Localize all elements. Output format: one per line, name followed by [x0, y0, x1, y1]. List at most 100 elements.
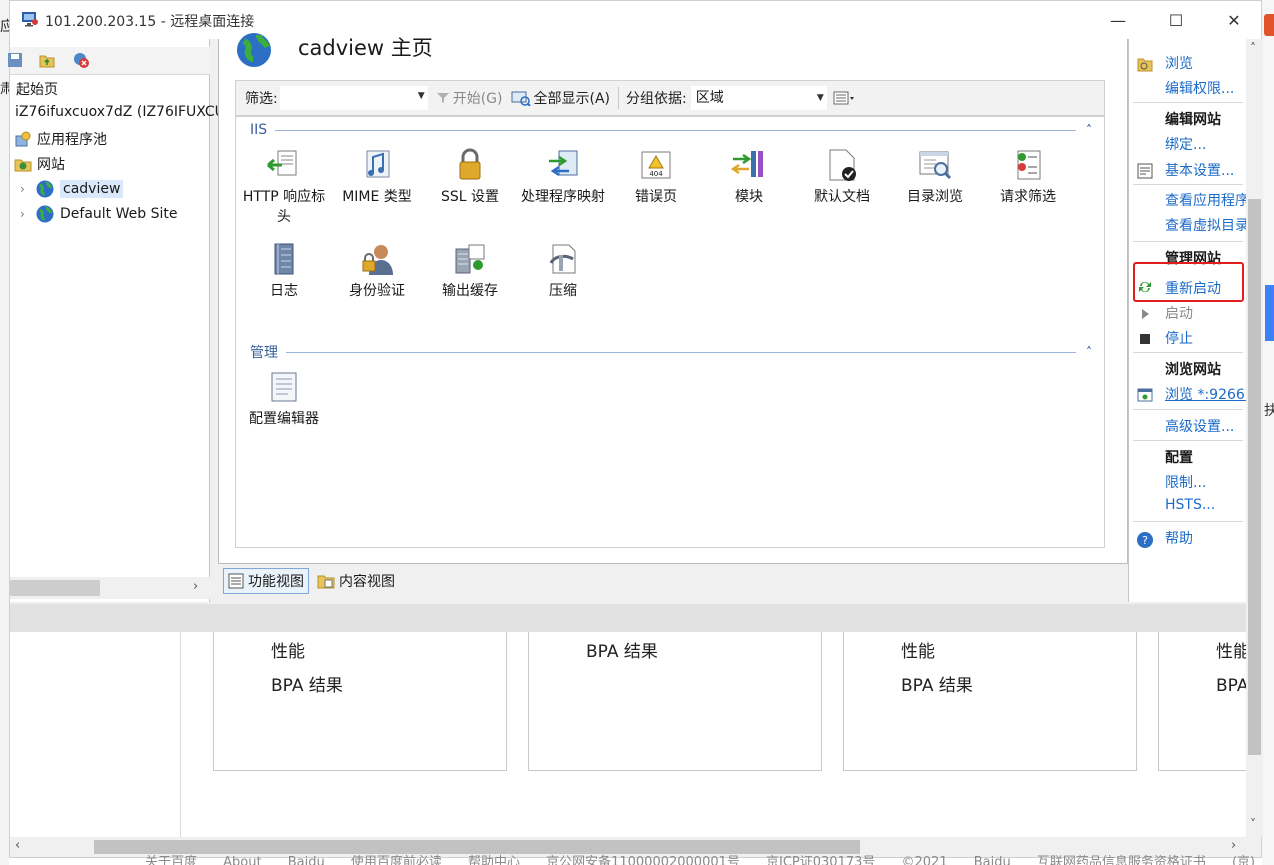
feature-handler-mappings[interactable]: 处理程序映射 — [517, 147, 609, 207]
limits-link[interactable]: 限制... — [1165, 472, 1206, 492]
group-heading-iis[interactable]: IIS ˄ — [250, 122, 1092, 138]
scrollbar-thumb[interactable] — [10, 580, 100, 596]
group-heading-manage[interactable]: 管理 ˄ — [250, 342, 1092, 362]
scroll-up-arrow[interactable]: ˄ — [1250, 41, 1256, 55]
error-pages-icon: 404 — [641, 151, 671, 179]
feature-compression[interactable]: 压缩 — [517, 241, 609, 301]
features-view-tab[interactable]: 功能视图 — [223, 568, 309, 594]
features-list: IIS ˄ HTTP 响应标头 MIME 类型 SSL 设置 处理程序映射 40… — [235, 116, 1105, 548]
connections-horizontal-scrollbar[interactable]: › — [10, 577, 210, 599]
scroll-left-arrow[interactable]: ‹ — [15, 838, 20, 853]
view-switcher: 功能视图 内容视图 — [223, 568, 399, 594]
group-heading-label: 管理 — [250, 345, 278, 361]
feature-label: MIME 类型 — [342, 189, 412, 205]
stop-link[interactable]: 停止 — [1165, 328, 1193, 348]
globe-icon — [36, 180, 54, 198]
hsts-link[interactable]: HSTS... — [1165, 497, 1215, 513]
scroll-right-arrow[interactable]: › — [193, 579, 198, 594]
content-view-tab[interactable]: 内容视图 — [313, 568, 399, 594]
up-folder-icon[interactable] — [38, 51, 56, 69]
tree-item-label: Default Web Site — [60, 206, 178, 222]
feature-logging[interactable]: 日志 — [238, 241, 330, 301]
features-view-label: 功能视图 — [248, 574, 304, 590]
basic-settings-link[interactable]: 基本设置... — [1165, 160, 1234, 180]
tree-item-label: 应用程序池 — [37, 132, 107, 148]
tree-item-app-pools[interactable]: 应用程序池 — [14, 129, 107, 149]
feature-authentication[interactable]: 身份验证 — [331, 241, 423, 301]
filter-bar: 筛选: ▼ 开始(G) 全部显示(A) 分组依据: 区域 ▼ — [235, 80, 1105, 116]
authentication-icon — [362, 245, 393, 275]
tree-item-cadview[interactable]: › cadview — [20, 179, 124, 199]
feature-http-response-headers[interactable]: HTTP 响应标头 — [238, 147, 330, 227]
modules-icon — [731, 151, 763, 177]
feature-default-document[interactable]: 默认文档 — [796, 147, 888, 207]
card-performance[interactable]: 性能 — [1216, 637, 1246, 662]
start-play-icon — [1142, 309, 1149, 319]
status-strip — [10, 604, 1246, 632]
disconnect-icon[interactable] — [72, 51, 90, 69]
show-all-button[interactable]: 全部显示(A) — [511, 88, 610, 108]
dropdown-arrow-icon[interactable]: ▼ — [418, 91, 425, 101]
card-performance[interactable]: 性能 — [901, 637, 935, 662]
connections-toolbar — [8, 47, 210, 75]
close-button[interactable]: ✕ — [1206, 1, 1262, 39]
card-bpa-results[interactable]: BPA 结果 — [586, 637, 658, 662]
show-all-icon — [511, 91, 531, 106]
start-filter-button[interactable]: 开始(G) — [436, 88, 503, 108]
http-response-headers-icon — [267, 150, 297, 176]
card-bpa-results[interactable]: BPA 结果 — [1216, 671, 1246, 696]
bindings-link[interactable]: 绑定... — [1165, 134, 1206, 154]
dropdown-arrow-icon[interactable]: ▼ — [817, 86, 824, 110]
feature-request-filtering[interactable]: 请求筛选 — [982, 147, 1074, 207]
collapse-chevron-icon[interactable]: ˄ — [1086, 123, 1092, 137]
card-performance[interactable]: 性能 — [271, 637, 305, 662]
collapse-chevron-icon[interactable]: ˄ — [1086, 345, 1092, 359]
group-by-select[interactable]: 区域 ▼ — [690, 86, 827, 110]
view-mode-button[interactable] — [833, 91, 855, 105]
feature-ssl-settings[interactable]: SSL 设置 — [424, 147, 516, 207]
scrollbar-thumb[interactable] — [1248, 199, 1261, 755]
tree-item-label: 网站 — [37, 157, 65, 173]
funnel-icon — [436, 93, 449, 103]
feature-mime-types[interactable]: MIME 类型 — [331, 147, 423, 207]
mime-types-icon — [366, 150, 390, 178]
tree-item-start-page[interactable]: 起始页 — [16, 79, 58, 99]
card-bpa-results[interactable]: BPA 结果 — [271, 671, 343, 696]
feature-configuration-editor[interactable]: 配置编辑器 — [236, 369, 332, 429]
feature-label: 压缩 — [549, 283, 577, 299]
feature-output-caching[interactable]: 输出缓存 — [424, 241, 516, 301]
toolbar-separator — [618, 87, 620, 109]
view-virtual-directories-link[interactable]: 查看虚拟目录 — [1165, 215, 1246, 235]
minimize-button[interactable]: — — [1090, 1, 1146, 39]
advanced-settings-link[interactable]: 高级设置... — [1165, 416, 1234, 436]
configuration-editor-icon — [271, 372, 297, 402]
feature-error-pages[interactable]: 404 错误页 — [610, 147, 702, 207]
edit-site-heading: 编辑网站 — [1165, 112, 1221, 128]
background-page-left-edge — [0, 0, 9, 865]
start-link[interactable]: 启动 — [1165, 303, 1193, 323]
help-link[interactable]: 帮助 — [1165, 528, 1193, 548]
feature-modules[interactable]: 模块 — [703, 147, 795, 207]
window-vertical-scrollbar[interactable]: ˄ ˅ — [1246, 39, 1263, 837]
browse-port-link[interactable]: 浏览 *:9266 (http) — [1165, 384, 1246, 404]
tree-item-sites[interactable]: 网站 — [14, 154, 65, 174]
scroll-down-arrow[interactable]: ˅ — [1250, 817, 1256, 831]
expand-chevron-icon[interactable]: › — [20, 207, 30, 221]
feature-directory-browsing[interactable]: 目录浏览 — [889, 147, 981, 207]
save-icon[interactable] — [6, 51, 24, 69]
default-document-icon — [829, 149, 856, 181]
maximize-button[interactable]: ☐ — [1148, 1, 1204, 39]
expand-chevron-icon[interactable]: › — [20, 182, 30, 196]
filter-input[interactable]: ▼ — [279, 86, 428, 110]
view-applications-link[interactable]: 查看应用程序 — [1165, 190, 1246, 210]
explore-link[interactable]: 浏览 — [1165, 53, 1193, 73]
window-titlebar: 101.200.203.15 - 远程桌面连接 — ☐ ✕ — [10, 1, 1261, 39]
tree-item-default-web-site[interactable]: › Default Web Site — [20, 204, 177, 224]
feature-label: 目录浏览 — [907, 189, 963, 205]
site-globe-icon — [237, 33, 271, 67]
card-bpa-results[interactable]: BPA 结果 — [901, 671, 973, 696]
globe-icon — [36, 205, 54, 223]
feature-label: 输出缓存 — [442, 283, 498, 299]
group-heading-label: IIS — [250, 122, 268, 138]
edit-permissions-link[interactable]: 编辑权限... — [1165, 78, 1234, 98]
